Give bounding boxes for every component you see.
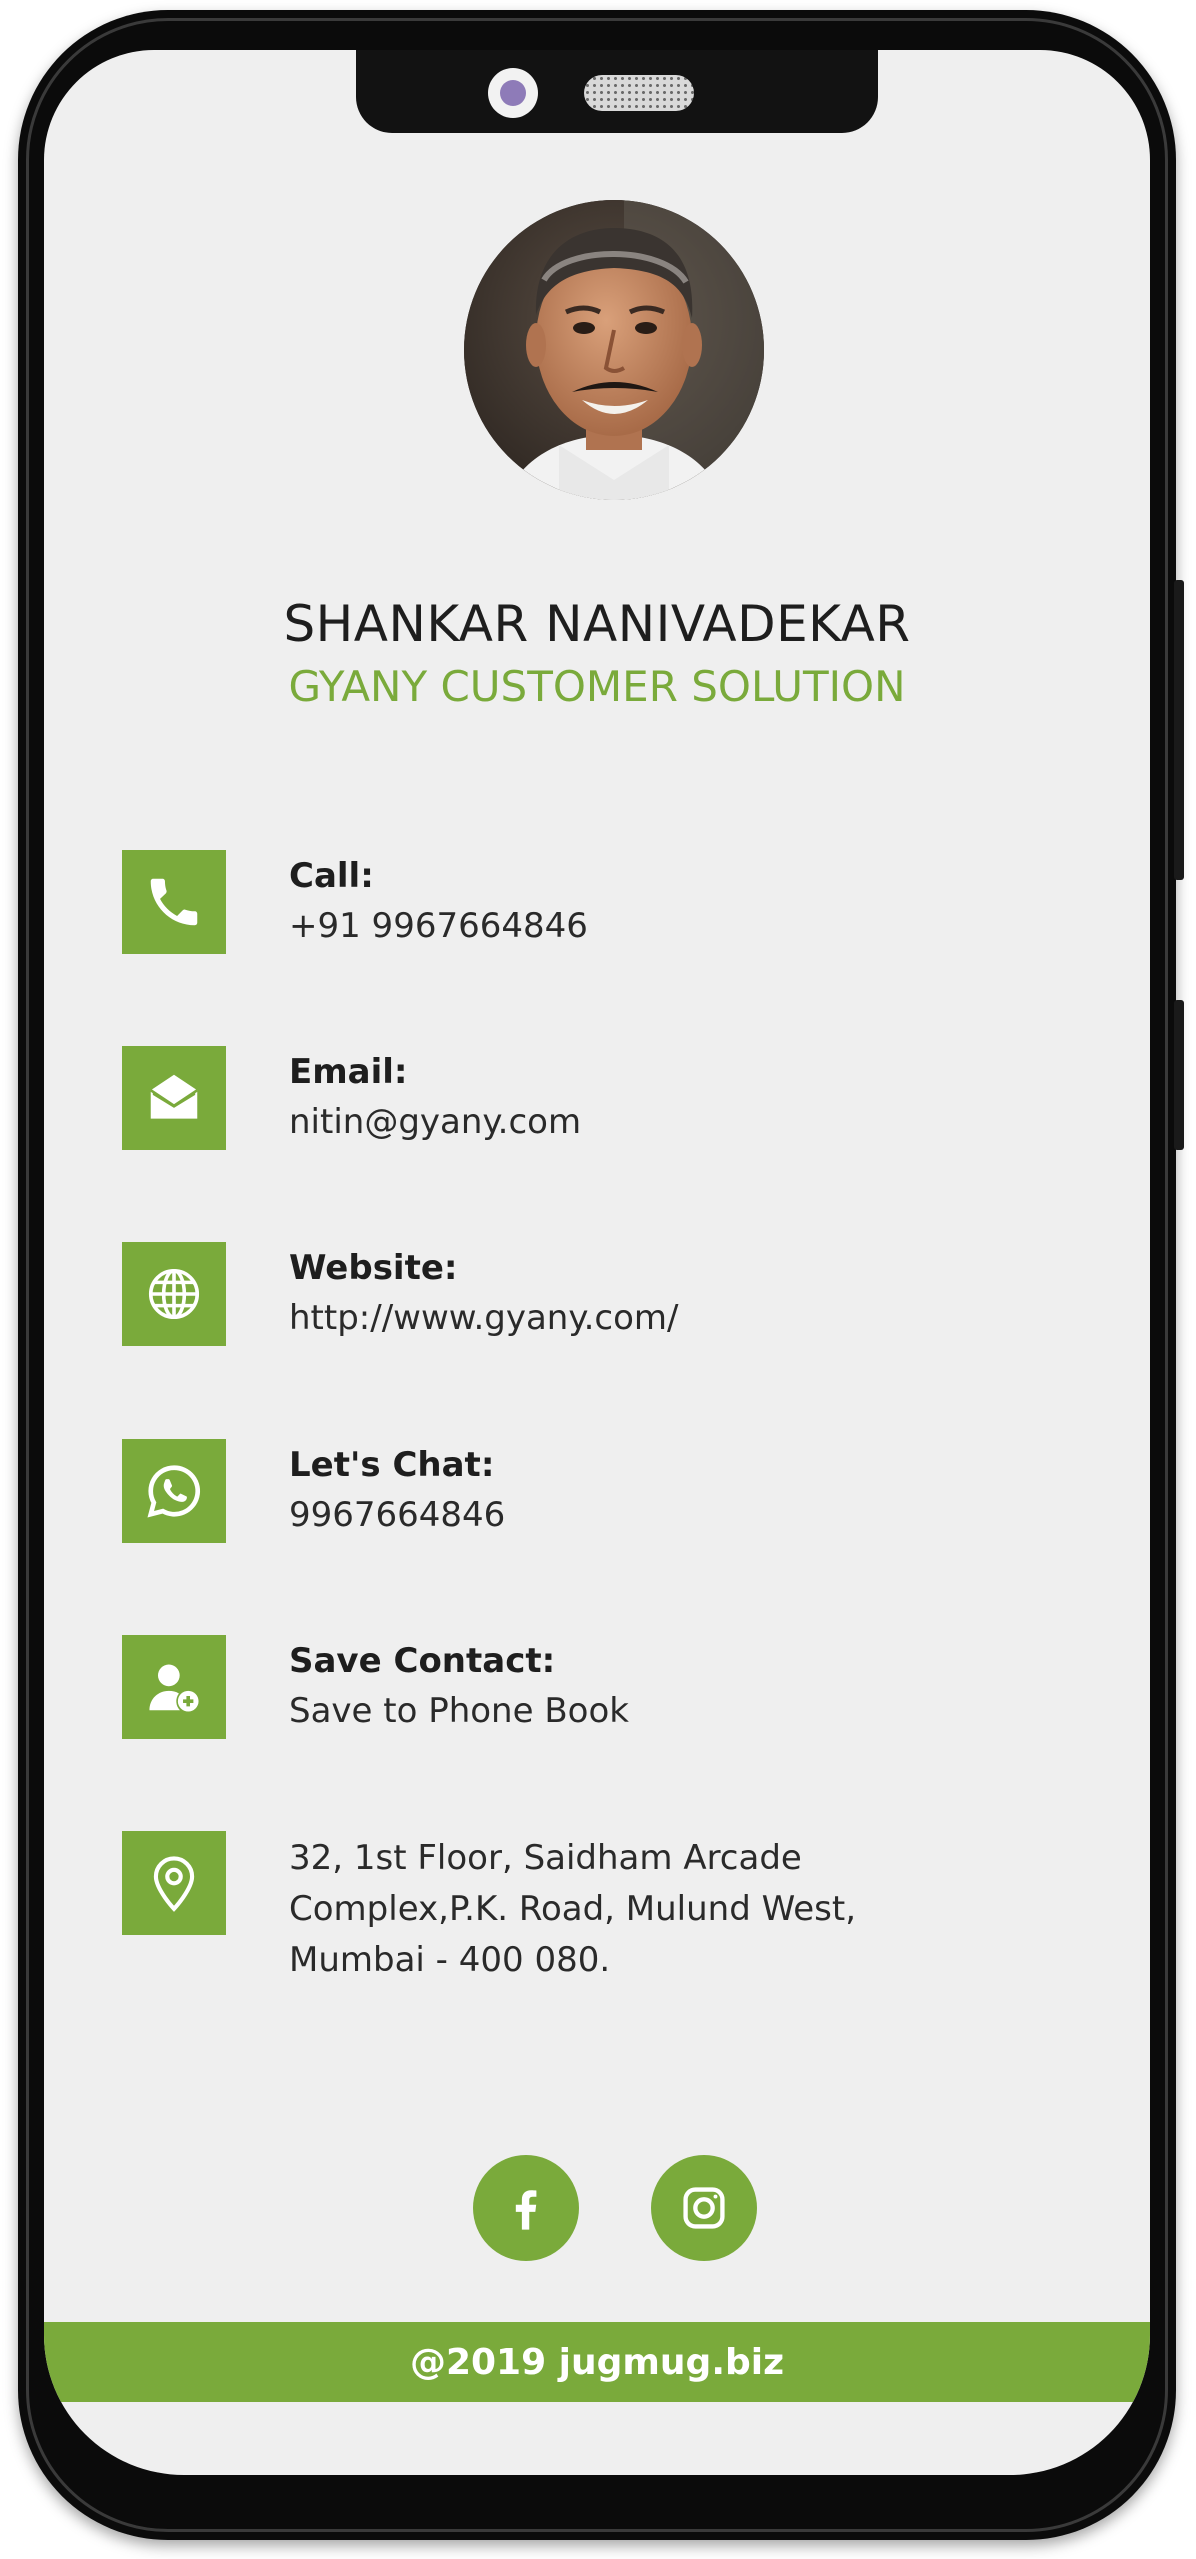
facebook-button[interactable] bbox=[473, 2155, 579, 2261]
contact-row-chat[interactable]: Let's Chat: 9967664846 bbox=[122, 1439, 1082, 1549]
avatar bbox=[464, 200, 764, 500]
save-contact-value[interactable]: Save to Phone Book bbox=[289, 1691, 629, 1731]
volume-button bbox=[1174, 1000, 1184, 1150]
website-value[interactable]: http://www.gyany.com/ bbox=[289, 1298, 679, 1338]
chat-label: Let's Chat: bbox=[289, 1445, 495, 1485]
address-line: Mumbai - 400 080. bbox=[289, 1940, 611, 1980]
company-name: GYANY CUSTOMER SOLUTION bbox=[288, 662, 906, 711]
email-label: Email: bbox=[289, 1052, 408, 1092]
power-button bbox=[1174, 580, 1184, 880]
instagram-icon bbox=[683, 2187, 725, 2229]
save-contact-label: Save Contact: bbox=[289, 1641, 556, 1681]
profile-name: SHANKAR NANIVADEKAR bbox=[283, 595, 911, 653]
address-line: Complex,P.K. Road, Mulund West, bbox=[289, 1889, 857, 1929]
map-pin-icon[interactable] bbox=[122, 1831, 226, 1935]
globe-icon[interactable] bbox=[122, 1242, 226, 1346]
earpiece-speaker bbox=[584, 75, 694, 111]
contact-row-email[interactable]: Email: nitin@gyany.com bbox=[122, 1046, 1082, 1156]
email-value[interactable]: nitin@gyany.com bbox=[289, 1102, 581, 1142]
screen: SHANKAR NANIVADEKAR GYANY CUSTOMER SOLUT… bbox=[44, 50, 1150, 2475]
envelope-icon[interactable] bbox=[122, 1046, 226, 1150]
website-label: Website: bbox=[289, 1248, 458, 1288]
contact-row-address: 32, 1st Floor, Saidham Arcade Complex,P.… bbox=[122, 1831, 1082, 1991]
contact-row-website[interactable]: Website: http://www.gyany.com/ bbox=[122, 1242, 1082, 1352]
whatsapp-icon[interactable] bbox=[122, 1439, 226, 1543]
facebook-icon bbox=[515, 2190, 537, 2230]
footer[interactable]: @2019 jugmug.biz bbox=[44, 2322, 1150, 2402]
call-value[interactable]: +91 9967664846 bbox=[289, 906, 588, 946]
address-line: 32, 1st Floor, Saidham Arcade bbox=[289, 1838, 802, 1878]
instagram-button[interactable] bbox=[651, 2155, 757, 2261]
address-text: 32, 1st Floor, Saidham Arcade Complex,P.… bbox=[289, 1833, 856, 1986]
contact-row-save[interactable]: Save Contact: Save to Phone Book bbox=[122, 1635, 1082, 1745]
phone-frame: SHANKAR NANIVADEKAR GYANY CUSTOMER SOLUT… bbox=[18, 10, 1184, 2540]
contact-row-call[interactable]: Call: +91 9967664846 bbox=[122, 850, 1082, 960]
notch bbox=[356, 50, 878, 133]
phone-icon[interactable] bbox=[122, 850, 226, 954]
chat-value[interactable]: 9967664846 bbox=[289, 1495, 505, 1535]
front-camera bbox=[488, 68, 538, 118]
add-user-icon[interactable] bbox=[122, 1635, 226, 1739]
call-label: Call: bbox=[289, 856, 374, 896]
